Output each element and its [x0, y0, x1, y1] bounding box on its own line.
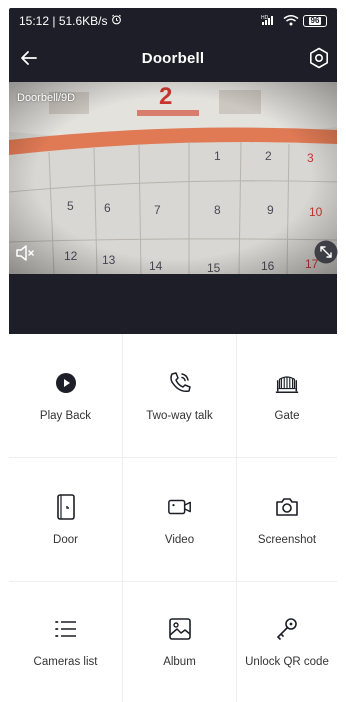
battery-icon: 96	[303, 15, 327, 27]
image-icon	[167, 616, 193, 642]
wifi-icon	[283, 14, 299, 29]
list-icon	[53, 616, 79, 642]
unlock-qr-code-button[interactable]: Unlock QR code	[237, 582, 337, 702]
fullscreen-button[interactable]	[314, 240, 338, 264]
two-way-talk-button[interactable]: Two-way talk	[123, 334, 237, 458]
status-right: HD 96	[261, 14, 327, 29]
screenshot-button[interactable]: Screenshot	[237, 458, 337, 582]
calendar-scene-image: 2 123 567 8910 121314 151617	[9, 82, 337, 274]
video-control-strip	[9, 274, 337, 334]
signal-icon: HD	[261, 14, 279, 29]
door-label: Door	[53, 533, 78, 546]
alarm-clock-icon	[111, 14, 122, 28]
door-icon	[53, 493, 79, 520]
video-feed[interactable]: 2 123 567 8910 121314 151617	[9, 82, 337, 274]
unlock-qr-code-label: Unlock QR code	[245, 656, 329, 668]
screenshot-label: Screenshot	[257, 533, 317, 546]
status-bar: 15:12 | 51.6KB/s HD 96	[9, 8, 337, 34]
battery-level: 96	[308, 16, 322, 25]
expand-icon	[314, 240, 338, 264]
speaker-muted-icon	[16, 245, 34, 261]
album-button[interactable]: Album	[123, 582, 237, 702]
arrow-left-icon	[21, 51, 37, 65]
video-label: Video	[164, 533, 195, 546]
video-button[interactable]: Video	[123, 458, 237, 582]
page-title: Doorbell	[141, 49, 205, 67]
status-left: 15:12 | 51.6KB/s	[19, 14, 122, 28]
two-way-talk-label: Two-way talk	[146, 409, 213, 422]
key-icon	[274, 616, 300, 642]
cameras-list-label: Cameras list	[33, 656, 98, 668]
camera-icon	[274, 494, 300, 520]
status-time: 15:12 | 51.6KB/s	[19, 14, 108, 28]
gear-icon	[310, 47, 328, 69]
back-button[interactable]	[17, 46, 41, 70]
album-label: Album	[163, 656, 196, 668]
door-button[interactable]: Door	[9, 458, 123, 582]
phone-talk-icon	[167, 370, 193, 396]
app-header: Doorbell	[9, 34, 337, 82]
play-back-button[interactable]: Play Back	[9, 334, 123, 458]
play-circle-icon	[53, 370, 79, 396]
gate-label: Gate	[274, 409, 300, 422]
cameras-list-button[interactable]: Cameras list	[9, 582, 123, 702]
settings-button[interactable]	[307, 46, 331, 70]
network-label: HD	[261, 15, 269, 21]
gate-button[interactable]: Gate	[237, 334, 337, 458]
action-grid: Play Back Two-way talk Gate Door Video S…	[9, 334, 337, 702]
gate-icon	[274, 370, 300, 396]
camera-label: Doorbell/9D	[17, 92, 76, 104]
mute-button[interactable]	[14, 242, 36, 264]
play-back-label: Play Back	[39, 409, 92, 422]
video-camera-icon	[167, 494, 193, 520]
